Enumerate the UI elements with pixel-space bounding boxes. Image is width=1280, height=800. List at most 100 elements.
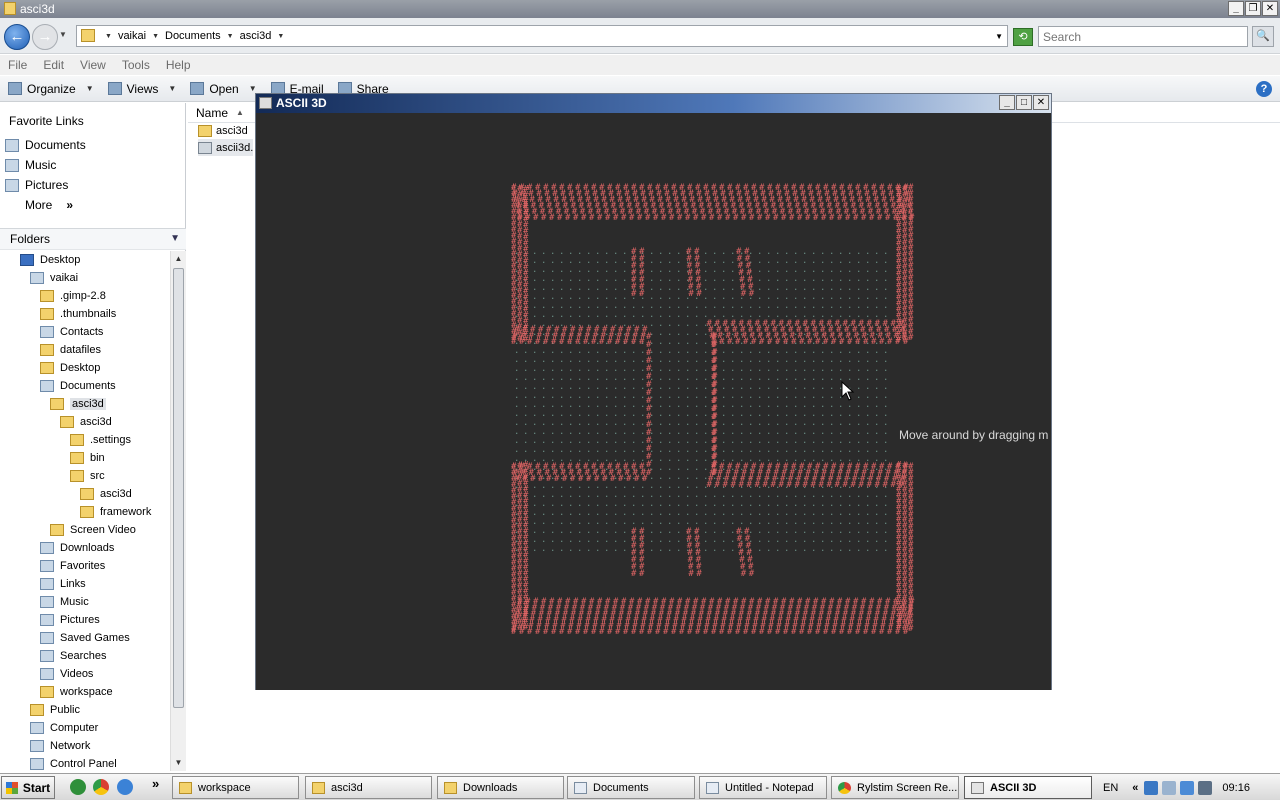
ascii-glyph: # xyxy=(562,474,568,484)
file-row[interactable]: ascii3d. xyxy=(198,139,254,156)
restore-button[interactable]: ❐ xyxy=(1245,1,1261,16)
address-dropdown[interactable]: ▼ xyxy=(995,32,1003,41)
back-button[interactable]: ← xyxy=(4,24,30,50)
ascii-3d-title-bar[interactable]: ASCII 3D _ □ ✕ xyxy=(256,94,1051,113)
start-button[interactable]: Start xyxy=(1,776,55,799)
chrome-icon[interactable] xyxy=(93,779,109,795)
taskbar-button-label: Rylstim Screen Re... xyxy=(857,782,957,794)
breadcrumb-item[interactable]: Documents xyxy=(165,30,221,42)
folder-tree-item[interactable]: workspace xyxy=(0,683,170,701)
search-input[interactable] xyxy=(1038,26,1248,47)
folder-tree-item[interactable]: Contacts xyxy=(0,323,170,341)
ascii-3d-canvas[interactable]: ........................................… xyxy=(256,114,1051,690)
ascii-glyph: # xyxy=(789,597,795,607)
volume-icon[interactable] xyxy=(1198,780,1213,795)
internet-explorer-icon[interactable] xyxy=(117,779,133,795)
minimize-button[interactable]: _ xyxy=(999,95,1015,110)
scrollbar-thumb[interactable] xyxy=(173,268,184,708)
folder-tree-item[interactable]: Desktop xyxy=(0,359,170,377)
folder-tree-item[interactable]: Music xyxy=(0,593,170,611)
views-button[interactable]: Views ▼ xyxy=(107,82,176,96)
ascii-glyph: # xyxy=(709,213,715,223)
folder-tree-item[interactable]: Control Panel xyxy=(0,755,170,771)
favorite-link-music[interactable]: Music xyxy=(0,155,186,175)
folder-tree-item[interactable]: Screen Video xyxy=(0,521,170,539)
menu-edit[interactable]: Edit xyxy=(43,58,64,72)
tray-expand-icon[interactable]: « xyxy=(1132,782,1138,794)
folder-tree-item[interactable]: Favorites xyxy=(0,557,170,575)
folder-tree-item[interactable]: .gimp-2.8 xyxy=(0,287,170,305)
folder-icon xyxy=(179,781,192,794)
breadcrumb-item[interactable]: vaikai xyxy=(118,30,146,42)
folder-tree-scrollbar[interactable]: ▲ ▼ xyxy=(170,251,186,771)
folder-tree-item[interactable]: asci3d xyxy=(0,413,170,431)
folder-tree-item[interactable]: .settings xyxy=(0,431,170,449)
recent-pages-dropdown[interactable]: ▼ xyxy=(59,30,67,39)
folder-tree-item[interactable]: framework xyxy=(0,503,170,521)
taskbar-button[interactable]: Untitled - Notepad xyxy=(699,776,827,799)
address-bar[interactable]: ▼ vaikai ▼ Documents ▼ asci3d ▼ ▼ xyxy=(76,25,1008,47)
folder-tree-item[interactable]: datafiles xyxy=(0,341,170,359)
folder-tree-item[interactable]: Public xyxy=(0,701,170,719)
taskbar-button[interactable]: asci3d xyxy=(305,776,432,799)
more-links-button[interactable]: More » xyxy=(0,195,186,215)
folder-tree-item[interactable]: vaikai xyxy=(0,269,170,287)
folder-tree-item[interactable]: Videos xyxy=(0,665,170,683)
power-icon[interactable] xyxy=(1162,780,1177,795)
menu-help[interactable]: Help xyxy=(166,58,191,72)
taskbar-button[interactable]: ASCII 3D xyxy=(964,776,1092,799)
folder-tree-item[interactable]: src xyxy=(0,467,170,485)
ascii-glyph: # xyxy=(819,319,825,329)
favorite-link-documents[interactable]: Documents xyxy=(0,135,186,155)
quicklaunch-app-icon[interactable] xyxy=(70,779,86,795)
folder-tree-item[interactable]: Searches xyxy=(0,647,170,665)
language-indicator[interactable]: EN xyxy=(1103,782,1118,794)
forward-button[interactable]: → xyxy=(32,24,58,50)
tray-app-icon[interactable] xyxy=(1144,780,1159,795)
taskbar-button[interactable]: Rylstim Screen Re... xyxy=(831,776,959,799)
organize-button[interactable]: Organize ▼ xyxy=(8,82,94,96)
folder-tree-item[interactable]: Pictures xyxy=(0,611,170,629)
favorite-link-pictures[interactable]: Pictures xyxy=(0,175,186,195)
folder-tree-item[interactable]: Downloads xyxy=(0,539,170,557)
ascii-glyph: . xyxy=(550,544,555,554)
folder-tree-item[interactable]: Computer xyxy=(0,719,170,737)
taskbar-button[interactable]: Downloads xyxy=(437,776,564,799)
folder-icon xyxy=(30,704,44,716)
folder-tree-item[interactable]: Network xyxy=(0,737,170,755)
folder-tree-item[interactable]: Documents xyxy=(0,377,170,395)
folder-tree-item[interactable]: bin xyxy=(0,449,170,467)
ascii-glyph: # xyxy=(618,474,624,484)
taskbar-button[interactable]: Documents xyxy=(567,776,695,799)
breadcrumb-item[interactable]: asci3d xyxy=(240,30,272,42)
folder-tree-item[interactable]: Links xyxy=(0,575,170,593)
folder-tree-item[interactable]: asci3d xyxy=(0,395,170,413)
menu-view[interactable]: View xyxy=(80,58,106,72)
scroll-up-arrow[interactable]: ▲ xyxy=(171,251,186,267)
maximize-button[interactable]: □ xyxy=(1016,95,1032,110)
scroll-down-arrow[interactable]: ▼ xyxy=(171,755,186,771)
ascii-3d-window[interactable]: ASCII 3D _ □ ✕ .........................… xyxy=(255,93,1052,690)
close-button[interactable]: ✕ xyxy=(1262,1,1278,16)
clock[interactable]: 09:16 xyxy=(1222,782,1250,794)
minimize-button[interactable]: _ xyxy=(1228,1,1244,16)
close-button[interactable]: ✕ xyxy=(1033,95,1049,110)
ascii-glyph: # xyxy=(589,213,595,223)
folders-header[interactable]: Folders ▼ xyxy=(0,228,186,250)
open-button[interactable]: Open ▼ xyxy=(190,82,257,96)
menu-tools[interactable]: Tools xyxy=(122,58,150,72)
help-icon[interactable]: ? xyxy=(1256,81,1272,97)
menu-file[interactable]: File xyxy=(8,58,27,72)
explorer-title-bar[interactable]: asci3d _ ❐ ✕ xyxy=(0,0,1280,18)
quicklaunch-more-icon[interactable]: » xyxy=(152,776,159,791)
search-icon[interactable]: 🔍 xyxy=(1252,26,1274,47)
folder-tree-item[interactable]: Saved Games xyxy=(0,629,170,647)
taskbar-button[interactable]: workspace xyxy=(172,776,299,799)
folder-tree-item[interactable]: .thumbnails xyxy=(0,305,170,323)
folder-tree-item[interactable]: asci3d xyxy=(0,485,170,503)
file-row[interactable]: asci3d xyxy=(198,122,248,139)
ascii-3d-render[interactable]: ........................................… xyxy=(256,114,1051,690)
refresh-button[interactable]: ⟲ xyxy=(1013,28,1033,46)
folder-tree-item[interactable]: Desktop xyxy=(0,251,170,269)
network-icon[interactable] xyxy=(1180,780,1195,795)
